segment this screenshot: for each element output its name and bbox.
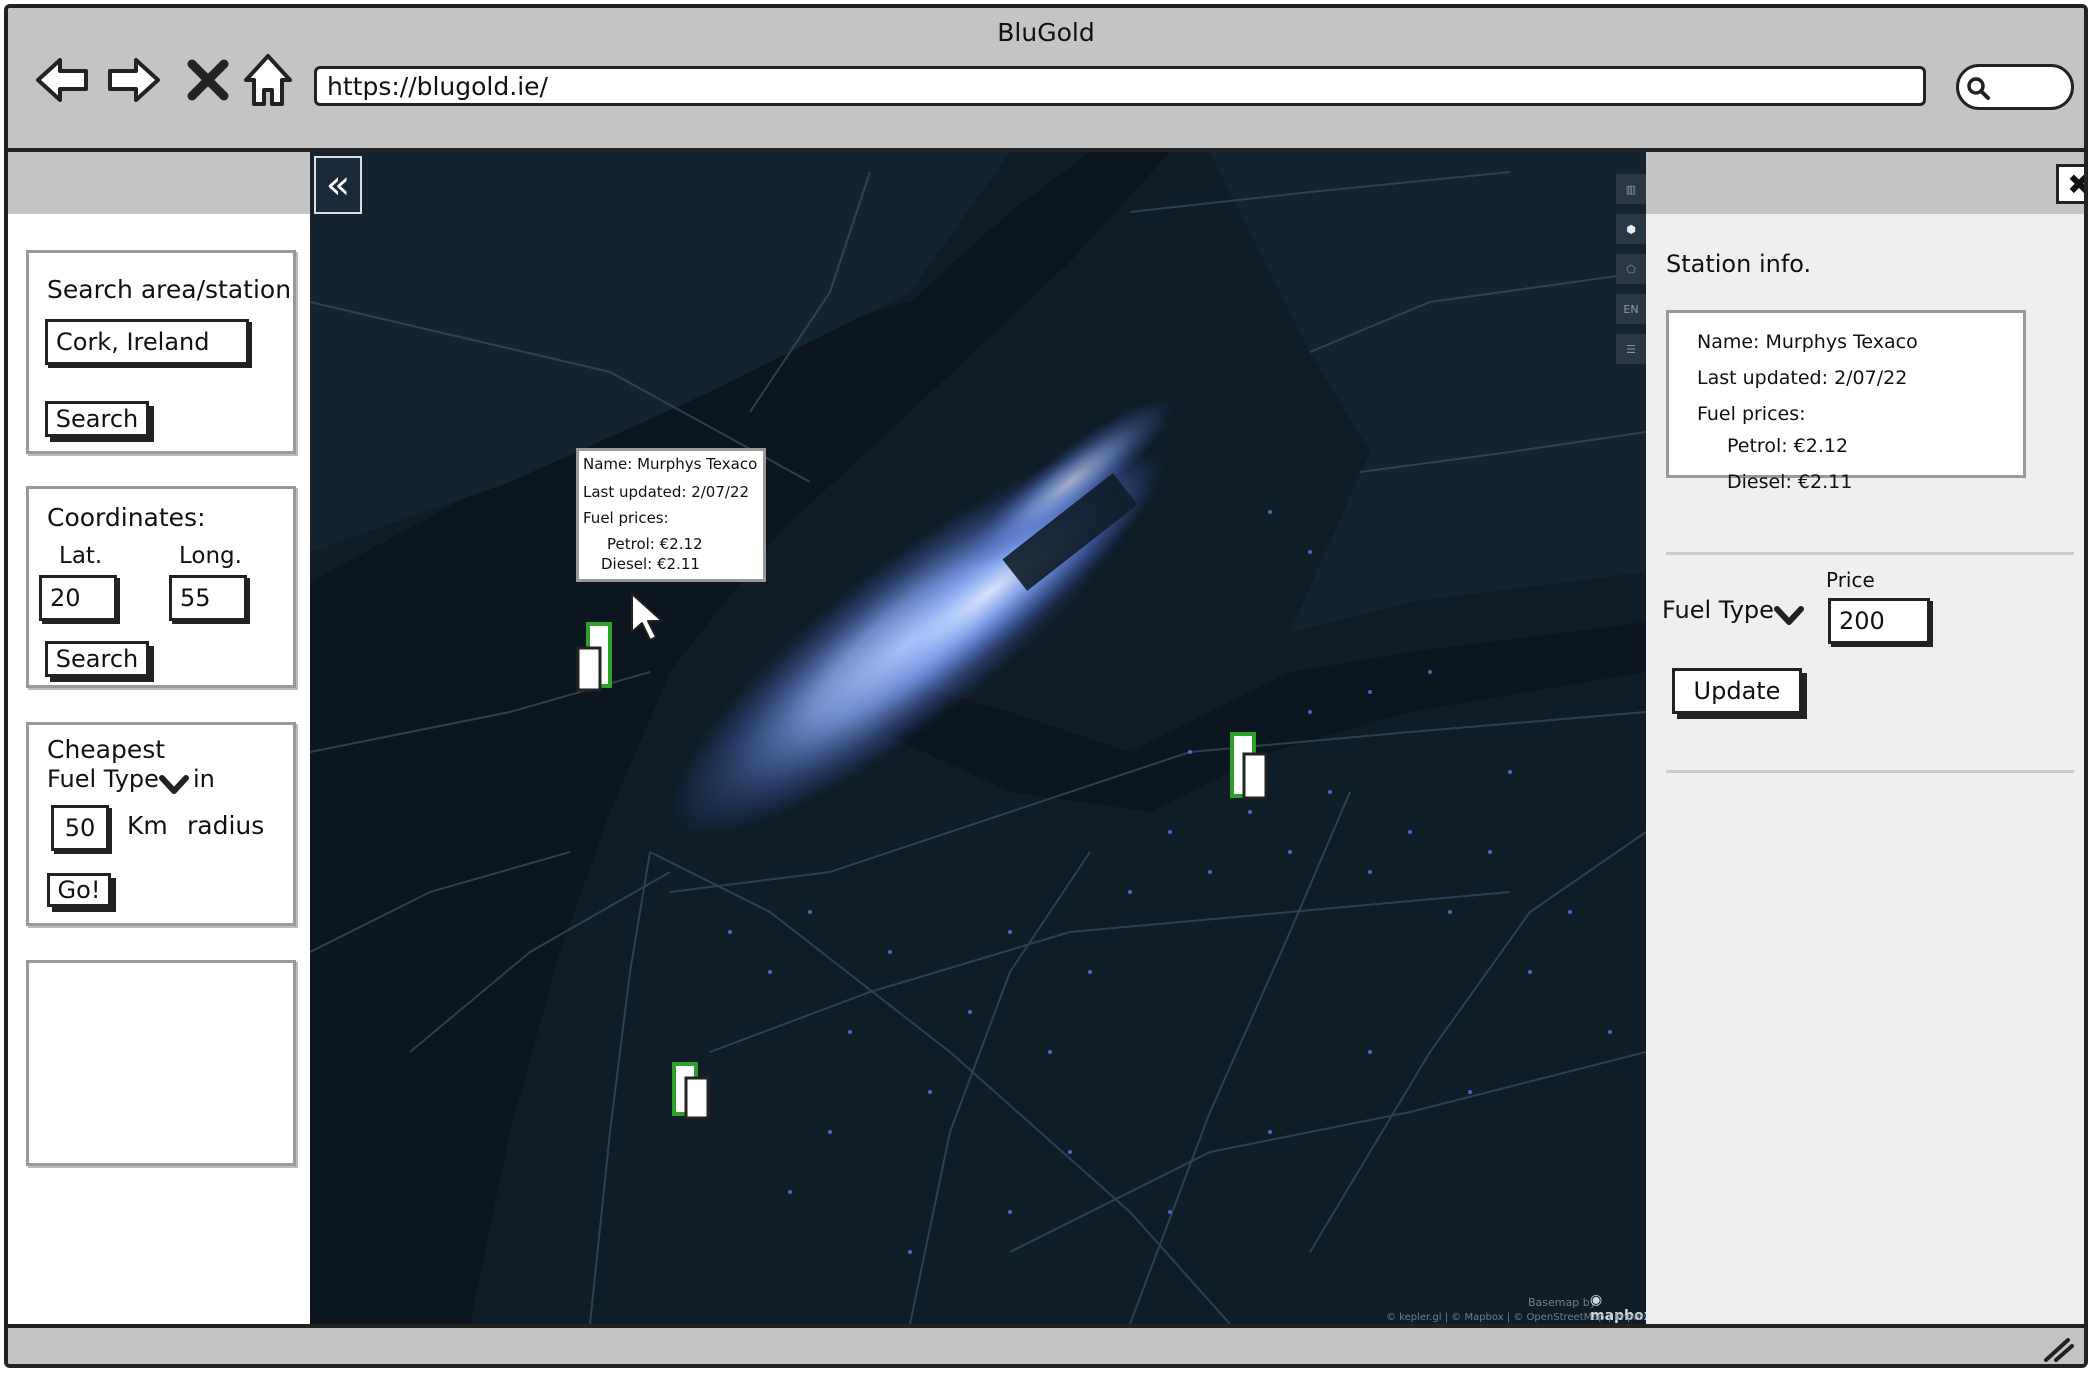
- longitude-input[interactable]: 55: [169, 575, 247, 621]
- basemap-label: Basemap by:: [1528, 1296, 1600, 1309]
- coordinates-label: Coordinates:: [47, 503, 206, 532]
- results-card: [26, 960, 296, 1166]
- update-button[interactable]: Update: [1672, 668, 1802, 714]
- station-diesel-price: Diesel: €2.11: [1727, 471, 1853, 493]
- resize-grip-icon[interactable]: [2040, 1336, 2076, 1364]
- coordinates-search-button[interactable]: Search: [45, 641, 149, 677]
- longitude-label: Long.: [179, 543, 242, 569]
- radius-input[interactable]: 50: [51, 805, 109, 851]
- home-icon[interactable]: [238, 50, 298, 110]
- tooltip-fuel-prices: Fuel prices:: [583, 509, 669, 527]
- map-3d-control[interactable]: ⬢: [1616, 214, 1646, 244]
- search-area-input[interactable]: Cork, Ireland: [45, 319, 249, 365]
- fuel-type-dropdown[interactable]: Fuel Type: [1662, 596, 1804, 632]
- left-sidebar: Search area/station Cork, Ireland Search…: [8, 152, 310, 1324]
- km-label: Km: [127, 811, 168, 840]
- station-tooltip: Name: Murphys Texaco Last updated: 2/07/…: [576, 448, 766, 582]
- tooltip-updated: Last updated: 2/07/22: [583, 483, 750, 501]
- search-icon: [1967, 77, 1990, 100]
- cursor-icon: [631, 593, 663, 641]
- map-locale-control[interactable]: EN: [1616, 294, 1646, 324]
- back-icon[interactable]: [32, 50, 92, 110]
- divider: [1666, 552, 2074, 555]
- cube-icon: ⬢: [1626, 222, 1636, 236]
- close-icon: ✖: [2067, 168, 2084, 201]
- map-attribution[interactable]: © kepler.gl | © Mapbox | © OpenStreetMap…: [1386, 1312, 1646, 1323]
- price-label: Price: [1826, 568, 1875, 592]
- fuel-type-dropdown[interactable]: Fuel Type in: [47, 765, 277, 799]
- forward-icon[interactable]: [104, 50, 164, 110]
- station-info-card: Name: Murphys Texaco Last updated: 2/07/…: [1666, 310, 2026, 493]
- right-sidebar: ✖ Station info. Name: Murphys Texaco Las…: [1646, 152, 2084, 1324]
- right-sidebar-header: ✖: [1646, 152, 2084, 214]
- fuel-station-marker[interactable]: [672, 1062, 722, 1122]
- tooltip-name: Name: Murphys Texaco: [583, 455, 758, 473]
- collapse-sidebar-button[interactable]: «: [314, 156, 362, 214]
- divider: [1666, 770, 2074, 773]
- station-info-heading: Station info.: [1666, 250, 1812, 278]
- search-area-card: Search area/station Cork, Ireland Search: [26, 250, 296, 454]
- address-bar[interactable]: https://blugold.ie/: [314, 66, 1926, 106]
- go-button[interactable]: Go!: [47, 873, 111, 907]
- browser-titlebar: BluGold https://blugold.ie/: [8, 8, 2084, 152]
- station-name: Name: Murphys Texaco: [1697, 331, 1918, 353]
- station-fuel-prices-label: Fuel prices:: [1697, 403, 1806, 425]
- cheapest-label: Cheapest: [47, 735, 166, 764]
- radius-label: radius: [187, 811, 265, 840]
- left-sidebar-header: [8, 152, 310, 214]
- split-map-icon: ▥: [1625, 182, 1637, 196]
- tooltip-diesel: Diesel: €2.11: [601, 555, 700, 573]
- map-canvas: [310, 152, 1646, 1324]
- coordinates-card: Coordinates: Lat. Long. 20 55 Search: [26, 486, 296, 688]
- in-label: in: [193, 765, 215, 793]
- price-input[interactable]: 200: [1828, 598, 1930, 644]
- browser-status-bar: [8, 1324, 2084, 1364]
- locale-label: EN: [1623, 302, 1639, 316]
- map-draw-control[interactable]: ⬠: [1616, 254, 1646, 284]
- fuel-station-marker[interactable]: [1230, 732, 1280, 802]
- stop-icon[interactable]: [178, 50, 238, 110]
- close-panel-button[interactable]: ✖: [2056, 164, 2084, 204]
- fuel-type-label: Fuel Type: [47, 765, 159, 793]
- browser-search-field[interactable]: [1956, 64, 2074, 110]
- window-title: BluGold: [997, 18, 1095, 47]
- polygon-icon: ⬠: [1626, 262, 1636, 276]
- station-last-updated: Last updated: 2/07/22: [1697, 367, 1908, 389]
- browser-window: BluGold https://blugold.ie/ Search area/…: [4, 4, 2088, 1368]
- double-chevron-left-icon: «: [325, 162, 351, 208]
- latitude-label: Lat.: [59, 543, 103, 569]
- search-area-label: Search area/station: [47, 275, 292, 304]
- chevron-down-icon: [1774, 606, 1804, 625]
- latitude-input[interactable]: 20: [39, 575, 117, 621]
- cheapest-fuel-card: Cheapest Fuel Type in 50 Km radius Go!: [26, 722, 296, 926]
- station-petrol-price: Petrol: €2.12: [1727, 435, 1849, 457]
- map-view[interactable]: Name: Murphys Texaco Last updated: 2/07/…: [310, 152, 1646, 1324]
- fuel-type-label: Fuel Type: [1662, 596, 1774, 624]
- search-area-button[interactable]: Search: [45, 401, 149, 437]
- tooltip-petrol: Petrol: €2.12: [607, 535, 703, 553]
- map-legend-control[interactable]: ☰: [1616, 334, 1646, 364]
- legend-icon: ☰: [1626, 342, 1636, 356]
- map-layers-control[interactable]: ▥: [1616, 174, 1646, 204]
- chevron-down-icon: [159, 775, 189, 794]
- mapbox-icon: ◉: [1590, 1292, 1603, 1308]
- fuel-station-marker[interactable]: [576, 622, 626, 692]
